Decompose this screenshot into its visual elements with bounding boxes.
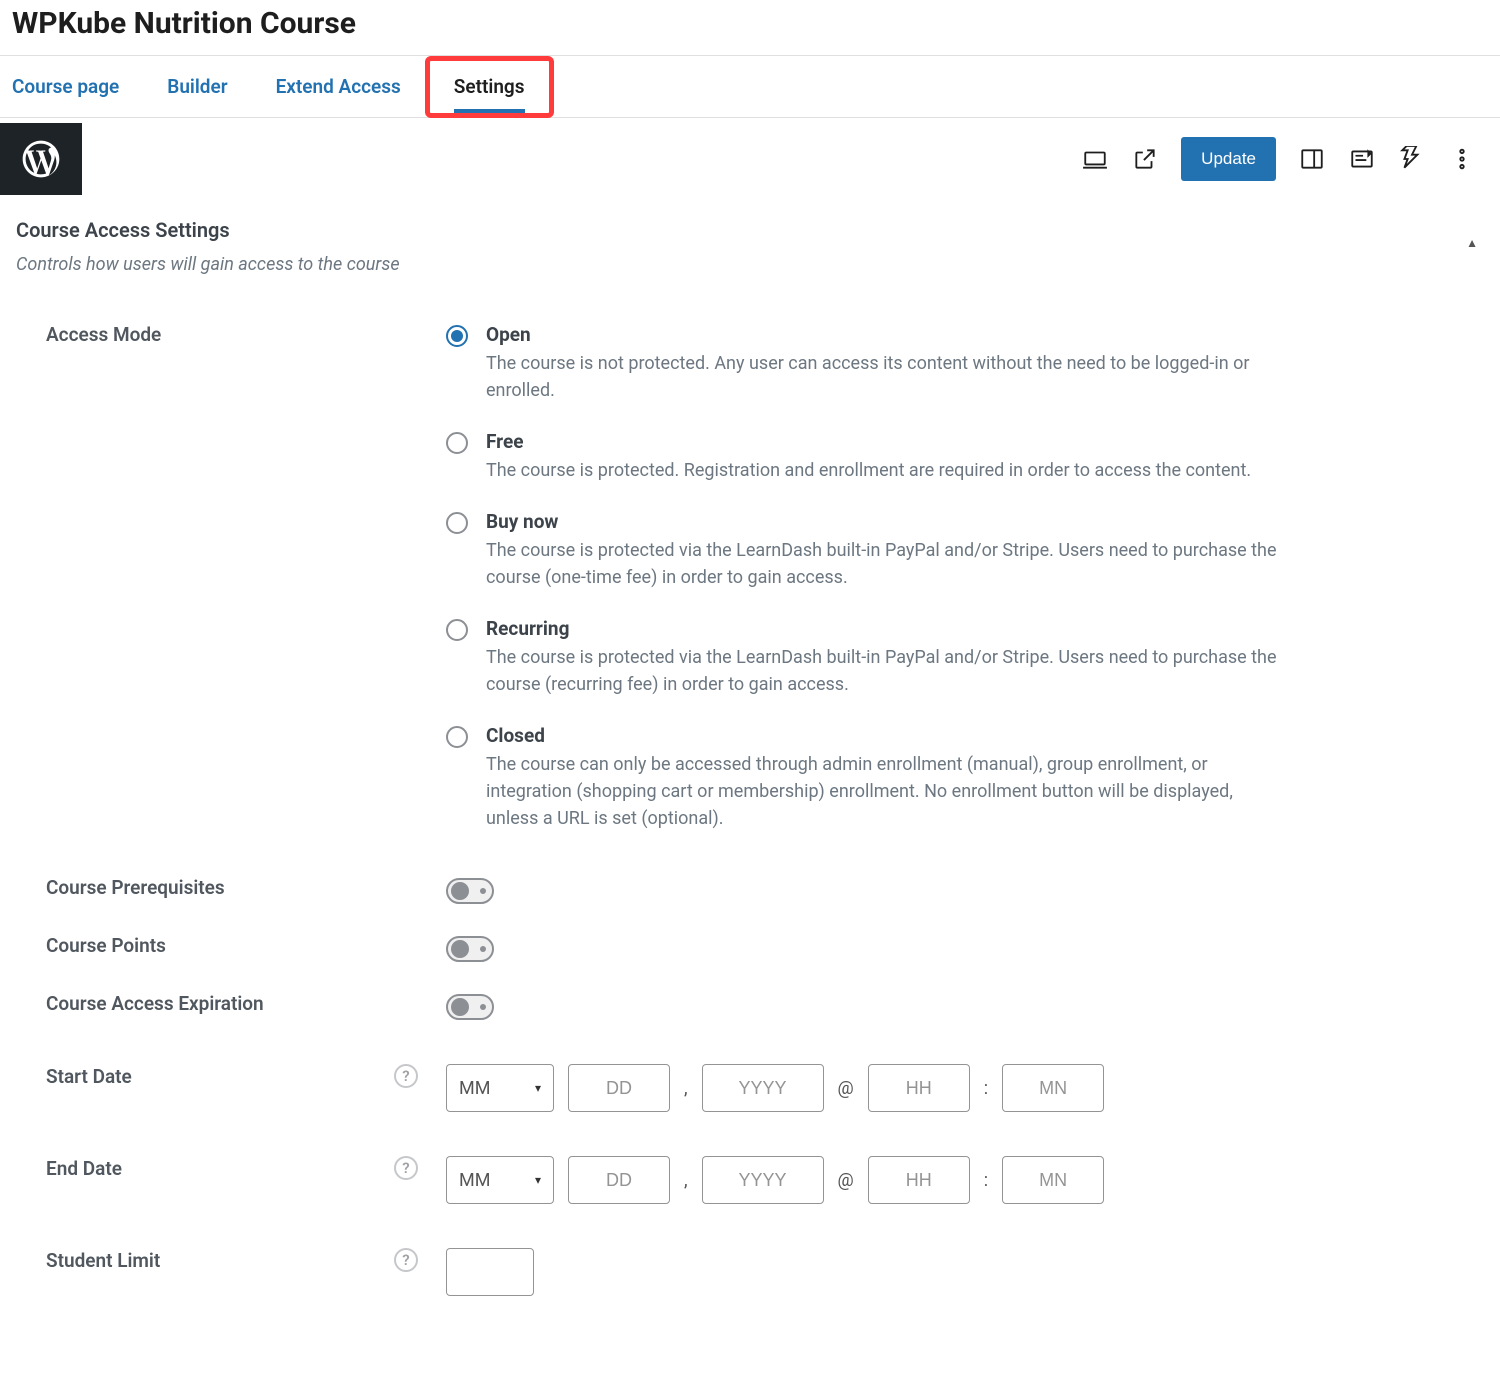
separator-colon: : [984,1170,988,1191]
section-description: Controls how users will gain access to t… [16,254,1484,275]
separator-at: @ [838,1170,854,1191]
section-header: Course Access Settings Controls how user… [0,200,1500,275]
radio-free-desc: The course is protected. Registration an… [486,457,1251,484]
start-date-hour-input[interactable] [868,1064,970,1112]
separator-comma: , [684,1170,688,1191]
external-link-icon[interactable] [1131,145,1159,173]
radio-option-open[interactable]: Open The course is not protected. Any us… [446,323,1484,404]
radio-recurring-title: Recurring [486,617,1286,640]
learndash-icon[interactable] [1398,145,1426,173]
radio-closed-title: Closed [486,724,1286,747]
field-prerequisites: Course Prerequisites [16,876,1484,904]
tab-extend-access[interactable]: Extend Access [276,56,401,118]
expiration-label: Course Access Expiration [16,992,264,1015]
tab-bar: Course page Builder Extend Access Settin… [0,56,1500,118]
field-end-date: End Date ? MM▾ , @ : [16,1156,1484,1204]
points-label: Course Points [16,934,166,957]
radio-option-buy-now[interactable]: Buy now The course is protected via the … [446,510,1484,591]
separator-at: @ [838,1078,854,1099]
points-toggle[interactable] [446,936,494,962]
wordpress-icon [19,137,63,181]
help-icon[interactable]: ? [394,1156,418,1180]
expiration-toggle[interactable] [446,994,494,1020]
radio-option-recurring[interactable]: Recurring The course is protected via th… [446,617,1484,698]
tab-settings-highlight: Settings [425,56,554,118]
help-icon[interactable]: ? [394,1064,418,1088]
page-title: WPKube Nutrition Course [0,0,1500,55]
start-date-label: Start Date [16,1065,132,1088]
field-start-date: Start Date ? MM▾ , @ : [16,1064,1484,1112]
radio-buy-now-title: Buy now [486,510,1286,533]
field-points: Course Points [16,934,1484,962]
radio-open-desc: The course is not protected. Any user ca… [486,350,1286,404]
sidebar-toggle-icon[interactable] [1298,145,1326,173]
end-date-minute-input[interactable] [1002,1156,1104,1204]
radio-buy-now-desc: The course is protected via the LearnDas… [486,537,1286,591]
radio-recurring-desc: The course is protected via the LearnDas… [486,644,1286,698]
radio-closed-desc: The course can only be accessed through … [486,751,1286,832]
notes-icon[interactable] [1348,145,1376,173]
field-student-limit: Student Limit ? [16,1248,1484,1296]
update-button[interactable]: Update [1181,137,1276,181]
help-icon[interactable]: ? [394,1248,418,1272]
radio-recurring[interactable] [446,619,468,641]
access-mode-label: Access Mode [16,323,161,346]
radio-buy-now[interactable] [446,512,468,534]
editor-toolbar: Update [0,118,1500,200]
start-date-day-input[interactable] [568,1064,670,1112]
tab-settings[interactable]: Settings [454,61,525,113]
device-preview-icon[interactable] [1081,145,1109,173]
prerequisites-toggle[interactable] [446,878,494,904]
separator-colon: : [984,1078,988,1099]
section-title: Course Access Settings [16,218,1484,242]
student-limit-input[interactable] [446,1248,534,1296]
radio-option-free[interactable]: Free The course is protected. Registrati… [446,430,1484,484]
radio-open-title: Open [486,323,1286,346]
radio-open[interactable] [446,325,468,347]
collapse-section-icon[interactable]: ▲ [1466,236,1478,250]
prerequisites-label: Course Prerequisites [16,876,225,899]
field-expiration: Course Access Expiration [16,992,1484,1020]
tab-builder[interactable]: Builder [167,56,227,118]
start-date-year-input[interactable] [702,1064,824,1112]
field-access-mode: Access Mode Open The course is not prote… [16,323,1484,832]
more-options-icon[interactable] [1448,145,1476,173]
start-date-minute-input[interactable] [1002,1064,1104,1112]
radio-closed[interactable] [446,726,468,748]
end-date-hour-input[interactable] [868,1156,970,1204]
end-date-month-select[interactable]: MM▾ [446,1156,554,1204]
wordpress-logo[interactable] [0,123,82,195]
radio-free-title: Free [486,430,1251,453]
chevron-down-icon: ▾ [535,1173,541,1187]
end-date-label: End Date [16,1157,122,1180]
radio-free[interactable] [446,432,468,454]
student-limit-label: Student Limit [16,1249,160,1272]
end-date-day-input[interactable] [568,1156,670,1204]
tab-course-page[interactable]: Course page [12,56,119,118]
radio-option-closed[interactable]: Closed The course can only be accessed t… [446,724,1484,832]
chevron-down-icon: ▾ [535,1081,541,1095]
end-date-year-input[interactable] [702,1156,824,1204]
start-date-month-select[interactable]: MM▾ [446,1064,554,1112]
separator-comma: , [684,1078,688,1099]
